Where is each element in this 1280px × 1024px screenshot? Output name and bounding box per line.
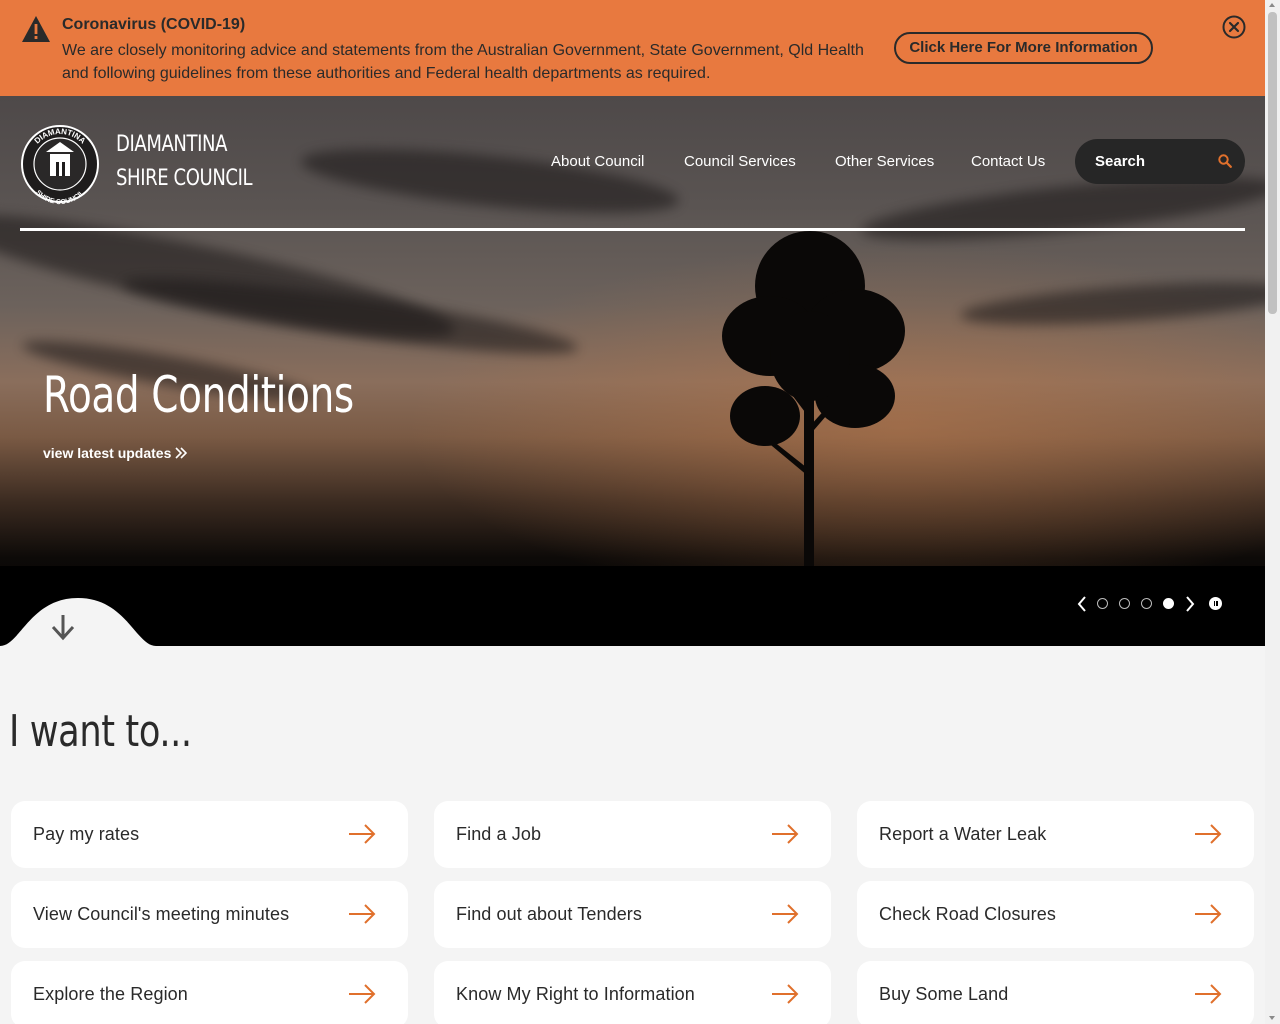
search-input[interactable]: Search [1075,139,1245,184]
alert-title: Coronavirus (COVID-19) [62,16,246,33]
quick-link-card[interactable]: Find out about Tenders [434,881,831,948]
quick-link-label: Check Road Closures [879,904,1056,924]
slider-dot-1[interactable] [1097,598,1108,609]
quick-link-card[interactable]: Buy Some Land [857,961,1254,1024]
arrow-right-icon [1195,984,1222,1004]
slider-dot-4[interactable] [1163,598,1174,609]
scrollbar-thumb[interactable] [1268,12,1277,314]
quick-link-card[interactable]: Report a Water Leak [857,801,1254,868]
quick-link-label: Know My Right to Information [456,984,695,1004]
nav-other-services[interactable]: Other Services [835,153,934,170]
slider-dot-2[interactable] [1119,598,1130,609]
quick-link-card[interactable]: Find a Job [434,801,831,868]
site-name-line2: SHIRE COUNCIL [116,166,253,191]
quick-link-label: Report a Water Leak [879,824,1047,844]
arrow-right-icon [772,824,799,844]
scroll-down-tab[interactable] [0,598,156,646]
warning-icon [22,16,50,42]
site-name-line1: DIAMANTINA [116,132,228,157]
quick-link-label: Explore the Region [33,984,188,1004]
slider-dot-3[interactable] [1141,598,1152,609]
arrow-right-icon [349,824,376,844]
quick-link-label: View Council's meeting minutes [33,904,290,924]
quick-link-card[interactable]: View Council's meeting minutes [11,881,408,948]
nav-contact-us[interactable]: Contact Us [971,153,1045,170]
slider-prev-icon[interactable] [1076,596,1088,612]
quick-link-label: Find out about Tenders [456,904,642,924]
site-name[interactable]: DIAMANTINA SHIRE COUNCIL [116,128,253,196]
page-scrollbar[interactable] [1265,0,1280,1024]
quick-link-label: Find a Job [456,824,542,844]
view-latest-updates-link[interactable]: view latest updates [43,445,171,461]
i-want-to-heading: I want to... [9,706,192,757]
slider-pause-icon[interactable] [1209,597,1222,610]
quick-link-card[interactable]: Explore the Region [11,961,408,1024]
covid-alert-banner: Coronavirus (COVID-19) We are closely mo… [0,0,1265,96]
tree-silhouette [722,231,905,596]
arrow-right-icon [349,984,376,1004]
quick-link-card[interactable]: Pay my rates [11,801,408,868]
hero-title: Road Conditions [43,366,354,424]
alert-message: We are closely monitoring advice and sta… [62,42,864,82]
council-logo[interactable]: DIAMANTINA SHIRE COUNCIL [20,122,100,207]
slider-next-icon[interactable] [1184,596,1196,612]
nav-council-services[interactable]: Council Services [684,153,796,170]
arrow-right-icon [772,904,799,924]
search-icon[interactable] [1218,154,1232,168]
scroll-down-icon[interactable] [1269,1016,1275,1020]
header-divider [20,228,1245,231]
arrow-right-icon [349,904,376,924]
double-chevron-right-icon [175,447,187,459]
arrow-down-icon[interactable] [50,613,76,641]
more-information-button[interactable]: Click Here For More Information [894,32,1153,64]
nav-about-council[interactable]: About Council [551,153,644,170]
quick-link-label: Pay my rates [33,824,140,844]
arrow-right-icon [1195,824,1222,844]
close-icon[interactable] [1222,15,1246,39]
arrow-right-icon [1195,904,1222,924]
hero-banner: DIAMANTINA SHIRE COUNCIL DIAMANTINA SHIR… [0,96,1265,646]
search-placeholder: Search [1095,153,1146,170]
quick-link-card[interactable]: Check Road Closures [857,881,1254,948]
quick-link-label: Buy Some Land [879,984,1009,1004]
scroll-up-icon[interactable] [1269,3,1275,7]
arrow-right-icon [772,984,799,1004]
quick-link-card[interactable]: Know My Right to Information [434,961,831,1024]
